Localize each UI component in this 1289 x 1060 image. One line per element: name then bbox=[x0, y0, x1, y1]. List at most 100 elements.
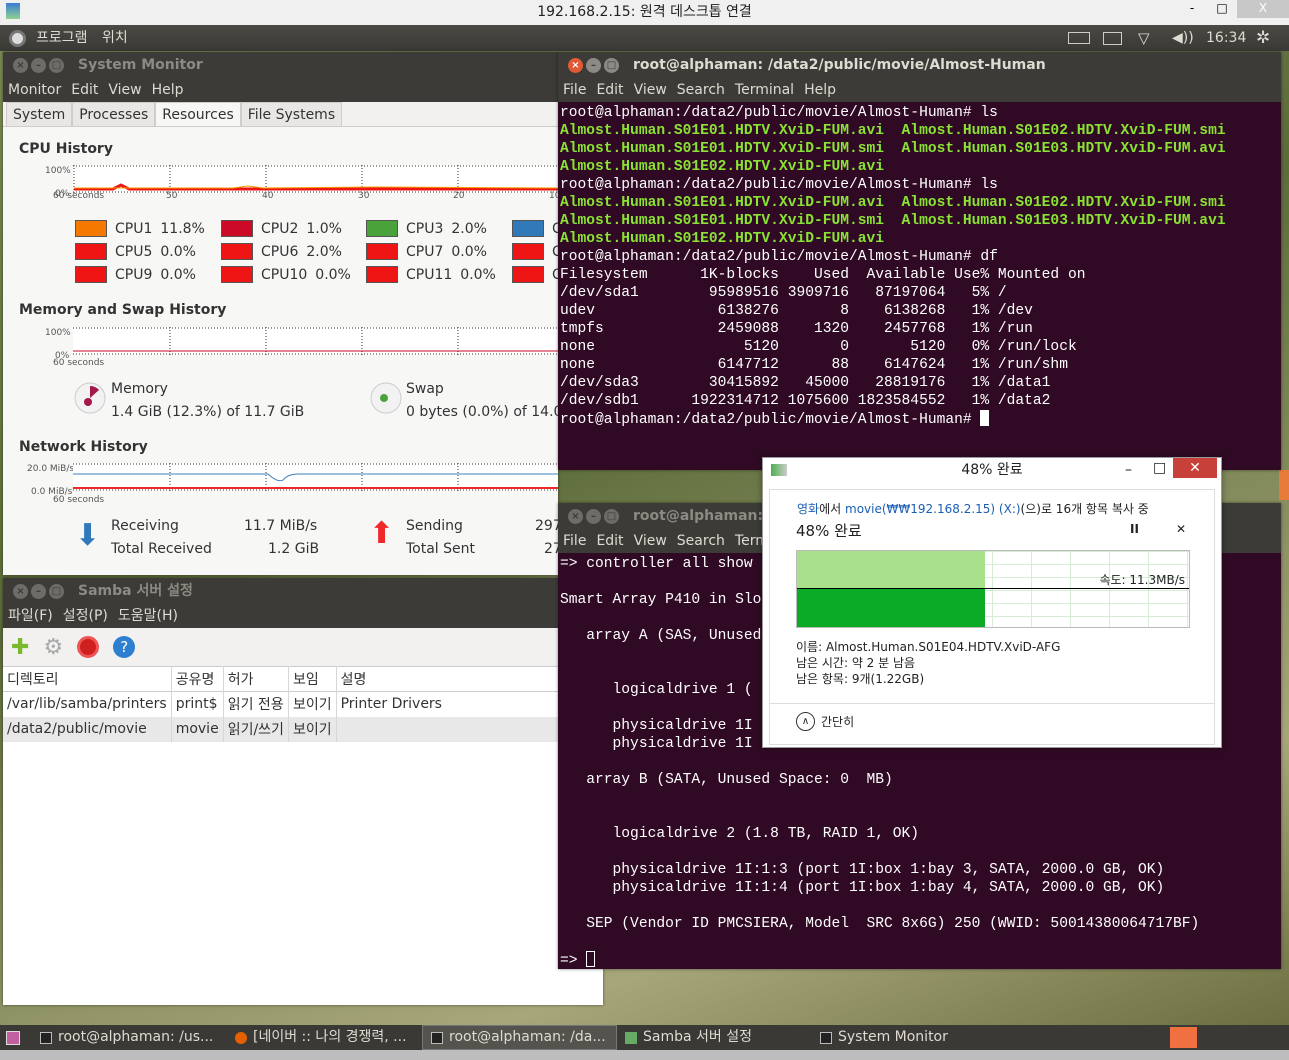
taskbar-item[interactable]: Samba 서버 설정 bbox=[617, 1025, 812, 1050]
cursor bbox=[980, 410, 990, 426]
add-share-icon[interactable]: ✚ bbox=[11, 635, 29, 660]
menu-view[interactable]: View bbox=[108, 78, 141, 102]
minimize-icon[interactable]: – bbox=[31, 584, 46, 599]
menu-edit[interactable]: Edit bbox=[71, 78, 98, 102]
wifi-icon[interactable]: ▽ bbox=[1138, 25, 1150, 51]
mail-icon[interactable] bbox=[1103, 32, 1122, 45]
maximize-button[interactable]: □ bbox=[1153, 456, 1166, 480]
taskbar-item[interactable]: [네이버 :: 나의 경쟁력, ... bbox=[227, 1025, 422, 1050]
sending-label: Sending bbox=[406, 518, 463, 534]
color-swatch[interactable] bbox=[512, 220, 544, 237]
terminal-line: none 6147712 88 6147624 1% /run/shm bbox=[560, 357, 1068, 373]
show-desktop-icon[interactable] bbox=[6, 1030, 20, 1045]
x-label: 60 seconds bbox=[53, 191, 105, 201]
color-swatch[interactable] bbox=[75, 266, 107, 283]
total-received-value: 1.2 GiB bbox=[268, 541, 320, 557]
cpu-value: 0.0% bbox=[160, 266, 196, 283]
color-swatch[interactable] bbox=[366, 266, 398, 283]
maximize-icon[interactable]: □ bbox=[49, 58, 64, 73]
menu-search[interactable]: Search bbox=[677, 529, 725, 553]
color-swatch[interactable] bbox=[221, 220, 253, 237]
close-icon[interactable]: × bbox=[13, 584, 28, 599]
delete-share-icon[interactable] bbox=[77, 636, 100, 658]
settings-gear-icon[interactable]: ✲ bbox=[1256, 25, 1270, 51]
close-icon[interactable]: × bbox=[568, 58, 583, 73]
tab-resources[interactable]: Resources bbox=[155, 102, 241, 126]
table-row[interactable]: /var/lib/samba/printers print$ 읽기 전용 보이기 Pri… bbox=[3, 691, 604, 717]
menu-view[interactable]: View bbox=[634, 529, 667, 553]
clock[interactable]: 16:34 bbox=[1206, 25, 1246, 51]
close-icon[interactable]: × bbox=[568, 509, 583, 524]
ubuntu-logo-icon[interactable] bbox=[9, 30, 26, 47]
menu-file[interactable]: 파일(F) bbox=[8, 604, 53, 628]
taskbar-item[interactable]: System Monitor bbox=[812, 1025, 1007, 1050]
maximize-icon[interactable]: □ bbox=[604, 509, 619, 524]
window-title: root@alphaman: / bbox=[633, 508, 774, 524]
tab-file-systems[interactable]: File Systems bbox=[240, 102, 343, 126]
minimize-icon[interactable]: – bbox=[586, 58, 601, 73]
menu-places[interactable]: 위치 bbox=[102, 25, 128, 51]
x-label: 20 bbox=[453, 191, 465, 201]
menu-help[interactable]: Help bbox=[152, 78, 184, 102]
maximize-button[interactable]: □ bbox=[1207, 0, 1237, 18]
col-permission[interactable]: 허가 bbox=[223, 666, 289, 692]
col-share-name[interactable]: 공유명 bbox=[171, 666, 224, 692]
terminal-line: tmpfs 2459088 1320 2457768 1% /run bbox=[560, 321, 1033, 337]
terminal-output[interactable]: root@alphaman:/data2/public/movie/Almost… bbox=[558, 102, 1281, 470]
help-icon[interactable]: ? bbox=[113, 636, 136, 658]
tab-bar: System Processes Resources File Systems bbox=[3, 102, 558, 127]
menu-help[interactable]: 도움말(H) bbox=[118, 604, 178, 628]
pause-button[interactable]: II bbox=[1130, 522, 1139, 536]
color-swatch[interactable] bbox=[75, 243, 107, 260]
receiving-arrow-icon: ⬇ bbox=[75, 518, 101, 553]
minimize-button[interactable]: - bbox=[1177, 0, 1207, 18]
cancel-button[interactable]: ✕ bbox=[1176, 522, 1186, 536]
source-link[interactable]: 영화 bbox=[797, 502, 819, 516]
col-visibility[interactable]: 보임 bbox=[288, 666, 337, 692]
menu-preferences[interactable]: 설정(P) bbox=[63, 604, 108, 628]
menu-terminal[interactable]: Terminal bbox=[735, 78, 794, 102]
menu-edit[interactable]: Edit bbox=[596, 529, 623, 553]
keyboard-icon[interactable] bbox=[1068, 32, 1090, 44]
close-icon[interactable]: × bbox=[13, 58, 28, 73]
color-swatch[interactable] bbox=[512, 243, 544, 260]
close-button[interactable]: ✕ bbox=[1173, 458, 1217, 478]
taskbar-item[interactable]: root@alphaman: /us... bbox=[32, 1025, 227, 1050]
table-row[interactable]: /data2/public/movie movie 읽기/쓰기 보이기 bbox=[3, 716, 604, 742]
menu-file[interactable]: File bbox=[563, 78, 586, 102]
taskbar-item[interactable]: root@alphaman: /da... bbox=[422, 1025, 617, 1050]
tab-processes[interactable]: Processes bbox=[72, 102, 156, 126]
memory-label: Memory bbox=[111, 381, 168, 397]
cpu-legend-item: CPU3 2.0% bbox=[366, 220, 487, 237]
workspace-switcher[interactable] bbox=[1170, 1027, 1197, 1048]
close-button[interactable]: X bbox=[1237, 0, 1289, 18]
title-bar: × – □ System Monitor bbox=[3, 52, 558, 78]
minimize-icon[interactable]: – bbox=[31, 58, 46, 73]
menu-monitor[interactable]: Monitor bbox=[8, 78, 61, 102]
rdp-app-icon bbox=[6, 3, 20, 19]
tab-system[interactable]: System bbox=[6, 102, 73, 126]
menu-applications[interactable]: 프로그램 bbox=[36, 25, 88, 51]
cpu-legend-item: CPU11 0.0% bbox=[366, 266, 496, 283]
menu-search[interactable]: Search bbox=[677, 78, 725, 102]
menu-file[interactable]: File bbox=[563, 529, 586, 553]
destination-link[interactable]: movie(₩₩192.168.2.15) (X:) bbox=[845, 502, 1021, 516]
color-swatch[interactable] bbox=[75, 220, 107, 237]
minimize-icon[interactable]: – bbox=[586, 509, 601, 524]
menu-view[interactable]: View bbox=[634, 78, 667, 102]
color-swatch[interactable] bbox=[366, 220, 398, 237]
menu-edit[interactable]: Edit bbox=[596, 78, 623, 102]
properties-gear-icon[interactable]: ⚙ bbox=[43, 635, 63, 660]
menu-help[interactable]: Help bbox=[804, 78, 836, 102]
col-directory[interactable]: 디렉토리 bbox=[3, 666, 172, 692]
minimize-button[interactable]: – bbox=[1125, 458, 1132, 482]
fewer-details-button[interactable]: ∧ 간단히 bbox=[796, 712, 854, 731]
color-swatch[interactable] bbox=[221, 243, 253, 260]
maximize-icon[interactable]: □ bbox=[604, 58, 619, 73]
maximize-icon[interactable]: □ bbox=[49, 584, 64, 599]
color-swatch[interactable] bbox=[366, 243, 398, 260]
volume-icon[interactable]: ◀)) bbox=[1172, 25, 1194, 51]
color-swatch[interactable] bbox=[221, 266, 253, 283]
color-swatch[interactable] bbox=[512, 266, 544, 283]
